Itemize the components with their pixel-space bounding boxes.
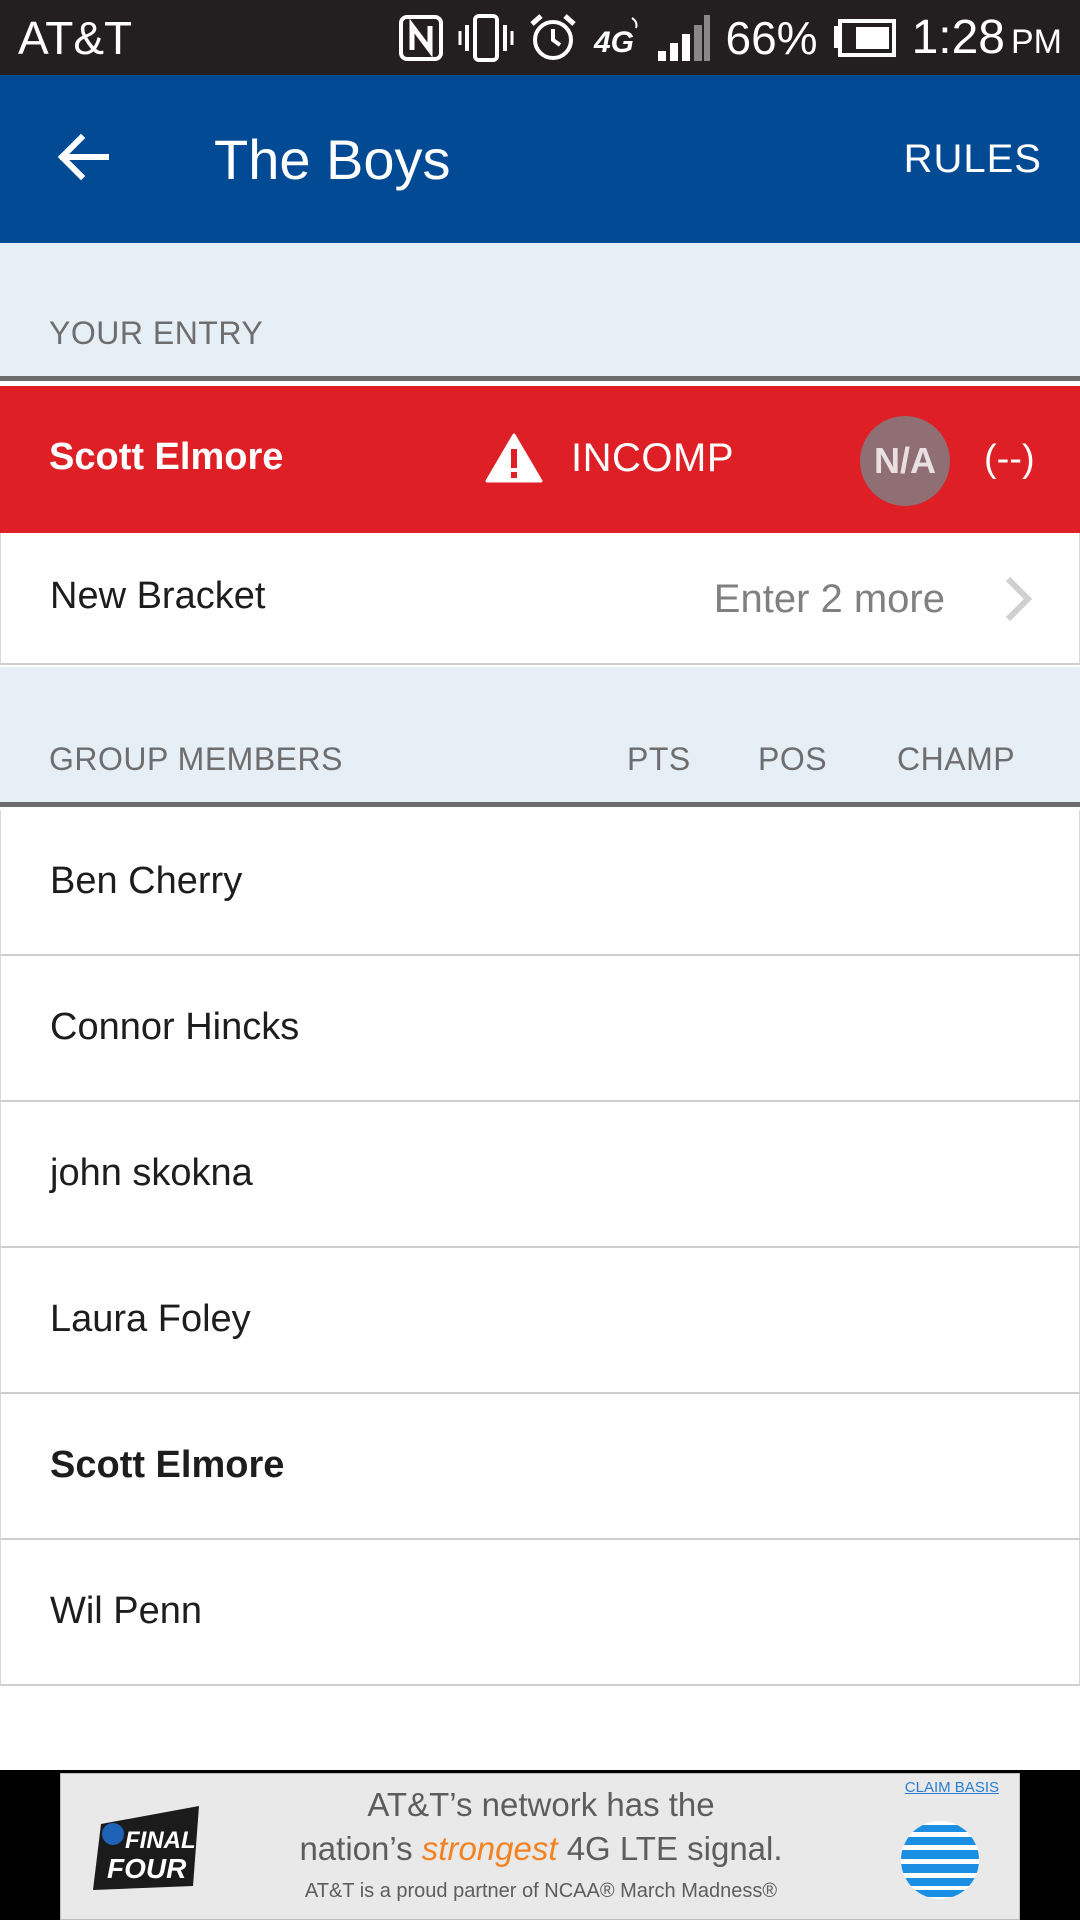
column-pts[interactable]: PTS bbox=[627, 741, 691, 778]
carrier-label: AT&T bbox=[18, 11, 133, 64]
entry-status: INCOMP bbox=[571, 436, 734, 480]
ad-line2-pre: nation’s bbox=[299, 1830, 413, 1867]
member-name: Connor Hincks bbox=[50, 1006, 300, 1048]
group-members-label: GROUP MEMBERS bbox=[49, 741, 343, 777]
your-entry-row[interactable]: Scott Elmore INCOMP N/A (--) bbox=[0, 386, 1080, 533]
your-entry-label: YOUR ENTRY bbox=[49, 315, 264, 351]
app-bar: The Boys RULES bbox=[0, 75, 1080, 243]
member-row[interactable]: john skokna bbox=[0, 1102, 1080, 1248]
back-button[interactable] bbox=[0, 75, 168, 243]
svg-text:4G: 4G bbox=[593, 26, 634, 59]
column-pos[interactable]: POS bbox=[758, 741, 827, 778]
battery-percent: 66% bbox=[725, 11, 818, 64]
member-row[interactable]: Connor Hincks bbox=[0, 956, 1080, 1102]
chevron-right-icon bbox=[1003, 575, 1033, 628]
clock-time: 1:28 bbox=[911, 11, 1005, 64]
new-bracket-row[interactable]: New Bracket Enter 2 more bbox=[0, 533, 1080, 665]
member-row[interactable]: Wil Penn bbox=[0, 1540, 1080, 1686]
member-name: Laura Foley bbox=[50, 1298, 251, 1340]
entry-name: Scott Elmore bbox=[49, 436, 284, 478]
arrow-left-icon bbox=[57, 133, 110, 186]
status-icons: 4G 66% 1:28 PM bbox=[398, 10, 1062, 66]
network-type-icon: 4G bbox=[592, 10, 642, 66]
clock-ampm: PM bbox=[1011, 23, 1062, 61]
champion-badge: N/A bbox=[860, 416, 950, 506]
vibrate-icon bbox=[458, 10, 514, 66]
ad-footnote: AT&T is a proud partner of NCAA® March M… bbox=[304, 1880, 778, 1902]
member-name: Wil Penn bbox=[50, 1590, 203, 1632]
your-entry-header: YOUR ENTRY bbox=[0, 243, 1080, 381]
ad-line2-post: 4G LTE signal. bbox=[566, 1830, 783, 1867]
member-row-current-user[interactable]: Scott Elmore bbox=[0, 1394, 1080, 1540]
member-row[interactable]: Laura Foley bbox=[0, 1248, 1080, 1394]
rules-button[interactable]: RULES bbox=[904, 137, 1042, 182]
column-champ[interactable]: CHAMP bbox=[897, 741, 1015, 778]
alarm-icon bbox=[528, 10, 578, 66]
ad-banner[interactable]: FINAL FOUR CLAIM BASIS AT&T’s network ha… bbox=[60, 1773, 1020, 1920]
clock: 1:28 PM bbox=[912, 10, 1062, 65]
ad-headline: AT&T’s network has the bbox=[367, 1786, 715, 1823]
member-name: Scott Elmore bbox=[50, 1444, 285, 1486]
page-title: The Boys bbox=[214, 127, 451, 191]
nfc-icon bbox=[398, 10, 444, 66]
att-globe-icon bbox=[899, 1819, 981, 1906]
group-members-header: GROUP MEMBERS PTS POS CHAMP bbox=[0, 667, 1080, 807]
signal-icon bbox=[656, 10, 712, 66]
enter-more-label: Enter 2 more bbox=[713, 577, 945, 621]
entry-rank: (--) bbox=[984, 438, 1035, 480]
member-name: john skokna bbox=[50, 1152, 253, 1194]
status-bar: AT&T 4G 66% 1:28 PM bbox=[0, 0, 1080, 75]
member-name: Ben Cherry bbox=[50, 860, 243, 902]
member-list: Ben Cherry Connor Hincks john skokna Lau… bbox=[0, 810, 1080, 1686]
battery-icon bbox=[832, 10, 898, 66]
warning-icon bbox=[485, 432, 543, 489]
ad-subheadline: nation’s strongest 4G LTE signal. bbox=[61, 1830, 1019, 1868]
ad-line2-accent: strongest bbox=[421, 1830, 558, 1867]
member-row[interactable]: Ben Cherry bbox=[0, 810, 1080, 956]
new-bracket-label: New Bracket bbox=[50, 575, 266, 617]
